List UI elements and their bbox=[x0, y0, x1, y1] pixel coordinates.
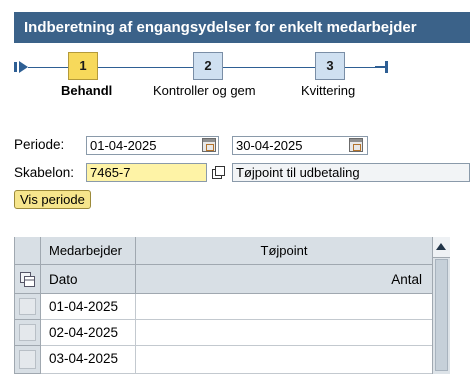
template-description-field: Tøjpoint til udbetaling bbox=[232, 163, 470, 182]
top-strip bbox=[0, 0, 470, 12]
period-to-field[interactable]: 30-04-2025 bbox=[232, 136, 368, 155]
calendar-icon[interactable] bbox=[202, 138, 216, 152]
roadmap-step-1[interactable]: 1 bbox=[68, 52, 98, 80]
roadmap: 1 Behandl 2 Kontroller og gem 3 Kvitteri… bbox=[0, 43, 470, 113]
period-label: Periode: bbox=[14, 137, 65, 152]
column-header-employee-label: Medarbejder bbox=[49, 243, 122, 258]
template-field[interactable]: 7465-7 bbox=[86, 163, 207, 182]
amount-input[interactable] bbox=[136, 346, 433, 374]
row-selector[interactable] bbox=[15, 320, 41, 346]
period-from-value: 01-04-2025 bbox=[90, 138, 157, 153]
roadmap-end-icon bbox=[375, 61, 388, 73]
row-selector[interactable] bbox=[15, 346, 41, 374]
column-header-points-label: Tøjpoint bbox=[260, 243, 308, 258]
roadmap-step-3-label[interactable]: Kvittering bbox=[301, 83, 355, 98]
template-value: 7465-7 bbox=[90, 165, 131, 180]
column-header-points[interactable]: Tøjpoint bbox=[136, 237, 433, 265]
roadmap-start-icon bbox=[14, 61, 28, 73]
row-date: 01-04-2025 bbox=[49, 299, 119, 314]
scroll-up-icon[interactable] bbox=[433, 237, 450, 258]
template-label: Skabelon: bbox=[14, 165, 75, 180]
column-header-amount[interactable]: Antal bbox=[136, 265, 433, 294]
row-date: 03-04-2025 bbox=[49, 351, 119, 366]
column-header-employee[interactable]: Medarbejder bbox=[41, 237, 136, 265]
header-corner bbox=[15, 237, 41, 265]
roadmap-step-2-label[interactable]: Kontroller og gem bbox=[153, 83, 256, 98]
roadmap-step-3-number: 3 bbox=[326, 58, 334, 73]
row-selector[interactable] bbox=[15, 294, 41, 320]
period-from-field[interactable]: 01-04-2025 bbox=[86, 136, 219, 155]
roadmap-step-2[interactable]: 2 bbox=[193, 52, 223, 80]
table-cell-date: 03-04-2025 bbox=[41, 346, 136, 374]
roadmap-step-1-number: 1 bbox=[79, 58, 87, 73]
column-header-amount-label: Antal bbox=[391, 272, 422, 287]
data-table: Medarbejder Tøjpoint Dato Antal 01-04-20… bbox=[14, 237, 433, 374]
amount-input[interactable] bbox=[136, 294, 433, 320]
roadmap-step-3[interactable]: 3 bbox=[315, 52, 345, 80]
table-cell-date: 01-04-2025 bbox=[41, 294, 136, 320]
column-header-date-label: Dato bbox=[49, 272, 78, 287]
calendar-icon[interactable] bbox=[349, 138, 363, 152]
scrollbar-thumb[interactable] bbox=[435, 259, 448, 371]
roadmap-step-2-number: 2 bbox=[204, 58, 212, 73]
column-header-date[interactable]: Dato bbox=[41, 265, 136, 294]
vertical-scrollbar[interactable] bbox=[432, 237, 450, 374]
page-title: Indberetning af engangsydelser for enkel… bbox=[14, 12, 470, 43]
amount-input[interactable] bbox=[136, 320, 433, 346]
table-cell-date: 02-04-2025 bbox=[41, 320, 136, 346]
row-date: 02-04-2025 bbox=[49, 325, 119, 340]
column-settings-button[interactable] bbox=[15, 265, 41, 294]
column-settings-icon bbox=[20, 272, 35, 287]
copy-icon[interactable] bbox=[212, 166, 226, 180]
show-period-button[interactable]: Vis periode bbox=[14, 190, 91, 209]
template-description-value: Tøjpoint til udbetaling bbox=[236, 165, 360, 180]
roadmap-step-1-label[interactable]: Behandl bbox=[61, 83, 112, 98]
period-to-value: 30-04-2025 bbox=[236, 138, 303, 153]
